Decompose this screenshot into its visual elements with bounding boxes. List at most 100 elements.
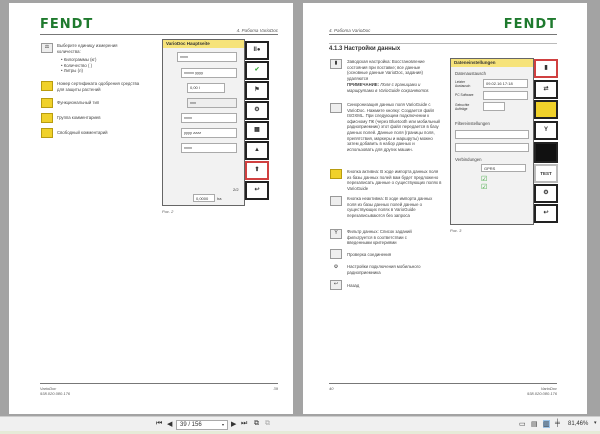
- comment-group-icon: [41, 113, 53, 123]
- field: yyyy zzzz: [181, 128, 237, 138]
- zoom-level[interactable]: 81,46%: [568, 421, 588, 427]
- group-label: Datenaustausch: [455, 71, 487, 76]
- field: 0,00 l: [187, 83, 225, 93]
- save-check-icon: ✔: [245, 61, 269, 80]
- page-number: 39: [273, 386, 278, 391]
- group-label: Filtereinstellungen: [455, 121, 490, 126]
- right-page: 4. Работа VarioDoc FENDT 4.1.3 Настройки…: [303, 3, 587, 414]
- settings-save-icon: ⚙: [245, 101, 269, 120]
- fendt-logo: FENDT: [40, 17, 94, 32]
- prev-page-button[interactable]: ◀: [167, 420, 172, 428]
- note-label: ПРИМЕЧАНИЕ:: [347, 82, 380, 87]
- filter-icon: Y: [534, 121, 558, 140]
- test-icon: [330, 249, 342, 259]
- field-select-icon: ⚑: [245, 81, 269, 100]
- figure-caption: Рис. 3: [450, 228, 462, 233]
- figure-page: 2/2: [233, 187, 239, 192]
- back-icon: ↩: [245, 181, 269, 200]
- sync-icon: ⇄: [534, 80, 558, 99]
- field: xxxx: [181, 143, 237, 153]
- item-text: Выберите единицу измерения количества:: [57, 43, 118, 54]
- continuous-view-icon[interactable]: ▤: [531, 420, 538, 428]
- import-active-icon: [330, 169, 342, 179]
- import-active-icon: [534, 100, 558, 119]
- figure-title: VarioDoc Hauptseite: [163, 40, 244, 48]
- checkbox-checked-icon: ☑: [481, 184, 488, 191]
- note: ПРИМЕЧАНИЕ: Поля с границами и маршрутам…: [347, 82, 442, 93]
- data-settings-figure: Dateneinstellungen Datenaustausch Letzte…: [450, 58, 534, 225]
- last-page-button[interactable]: ⏭: [241, 420, 247, 428]
- field: xxx: [187, 98, 237, 108]
- group-label: Verbindungen: [455, 157, 482, 162]
- field-label: Gebuchte Aufträge: [455, 103, 470, 111]
- pause-record-icon: II●: [245, 41, 269, 60]
- bullet-list: • Килограммы (кг) • Количество ( ) • Лит…: [61, 57, 97, 74]
- page-indicator: 39 / 156: [180, 422, 202, 428]
- figure-caption: Рис. 2: [162, 209, 174, 214]
- item-text: Настройки подключения мобильного радиопр…: [347, 264, 421, 275]
- function-icon: [41, 98, 53, 108]
- copy-icon[interactable]: ⧉: [265, 420, 270, 428]
- jobs-field: [483, 102, 505, 111]
- checkbox-checked-icon: ☑: [481, 176, 488, 183]
- test-icon: TEST: [534, 164, 558, 183]
- tractor-calc-icon: ▦: [245, 121, 269, 140]
- two-page-continuous-icon[interactable]: ╪: [555, 420, 560, 427]
- filter-field: [455, 143, 529, 152]
- single-page-view-icon[interactable]: ▭: [519, 420, 526, 428]
- trash-icon: ▮: [534, 59, 558, 78]
- item-text: Назад: [347, 283, 360, 288]
- next-page-button[interactable]: ▶: [231, 420, 236, 428]
- bullet: Количество ( ): [63, 62, 93, 68]
- pc-software-field: [483, 91, 528, 100]
- back-icon: ↩: [534, 204, 558, 223]
- item-text: Фильтр данных: Список заданий фильтруетс…: [347, 229, 412, 246]
- area-unit: ha: [217, 196, 222, 201]
- first-page-button[interactable]: ⏮: [156, 420, 162, 428]
- certificate-icon: [41, 81, 53, 91]
- footer-code: 938.020.080.176: [526, 391, 557, 396]
- last-export-field: 09.02.16 17:18: [483, 79, 528, 88]
- area-value: 0,0000: [193, 194, 215, 202]
- filter-icon: Y: [330, 229, 342, 239]
- footer-code: 938.020.080.176: [40, 391, 71, 396]
- item-text: Номер сертификата одобрения средства для…: [57, 81, 140, 92]
- page-number-input[interactable]: 39 / 156 ▾: [176, 420, 228, 430]
- import-inactive-icon: [330, 196, 342, 206]
- left-page: FENDT 4. Работа VarioDoc ⚖ Выберите един…: [9, 3, 293, 414]
- empty-button: [534, 142, 558, 163]
- bullet: Литры (л): [63, 68, 83, 74]
- fendt-logo: FENDT: [503, 17, 557, 32]
- page-header: 4. Работа VarioDoc: [329, 28, 371, 33]
- zoom-dropdown-icon[interactable]: ▾: [594, 420, 597, 426]
- field: xxxx: [177, 52, 237, 62]
- sync-icon: [330, 103, 342, 113]
- section-title: 4.1.3 Настройки данных: [329, 46, 401, 52]
- item-text: Синхронизация данных поля VarioGuide с V…: [347, 102, 440, 152]
- variodoc-main-figure: VarioDoc Hauptseite xxxx xxxxx yyyy 0,00…: [162, 39, 245, 206]
- figure-title: Dateneinstellungen: [451, 59, 533, 67]
- connection-field: GPRS: [481, 164, 526, 172]
- back-icon: ↩: [330, 280, 342, 290]
- field: xxxx: [181, 113, 237, 123]
- item-text: Заводская настройка: Восстановление сост…: [347, 59, 425, 81]
- field: xxxxx yyyy: [181, 68, 237, 78]
- rotate-icon[interactable]: ⧉: [254, 420, 259, 428]
- item-text: Функциональный тип: [57, 100, 100, 105]
- item-text: Свободный комментарий: [57, 130, 108, 135]
- page-number: 40: [329, 386, 334, 391]
- free-comment-icon: [41, 128, 53, 138]
- trash-icon: ▮: [330, 59, 342, 69]
- bullet: Килограммы (кг): [63, 57, 97, 62]
- field-label: Letzter Austausch: [455, 80, 471, 88]
- spreader-icon: ▲: [245, 141, 269, 160]
- field-label: PC Software: [455, 93, 474, 97]
- item-text: Кнопка неактивна: В ходе импорта данных …: [347, 196, 433, 218]
- two-page-view-icon[interactable]: ▥: [543, 420, 550, 428]
- item-text: Проверка соединения: [347, 252, 392, 257]
- modem-settings-icon: ⚙: [330, 264, 342, 274]
- modem-settings-icon: ⚙: [534, 184, 558, 203]
- page-header: 4. Работа VarioDoc: [236, 28, 278, 33]
- item-text: Кнопка активна: В ходе импорта данных по…: [347, 169, 442, 191]
- item-text: Группа комментариев: [57, 115, 101, 120]
